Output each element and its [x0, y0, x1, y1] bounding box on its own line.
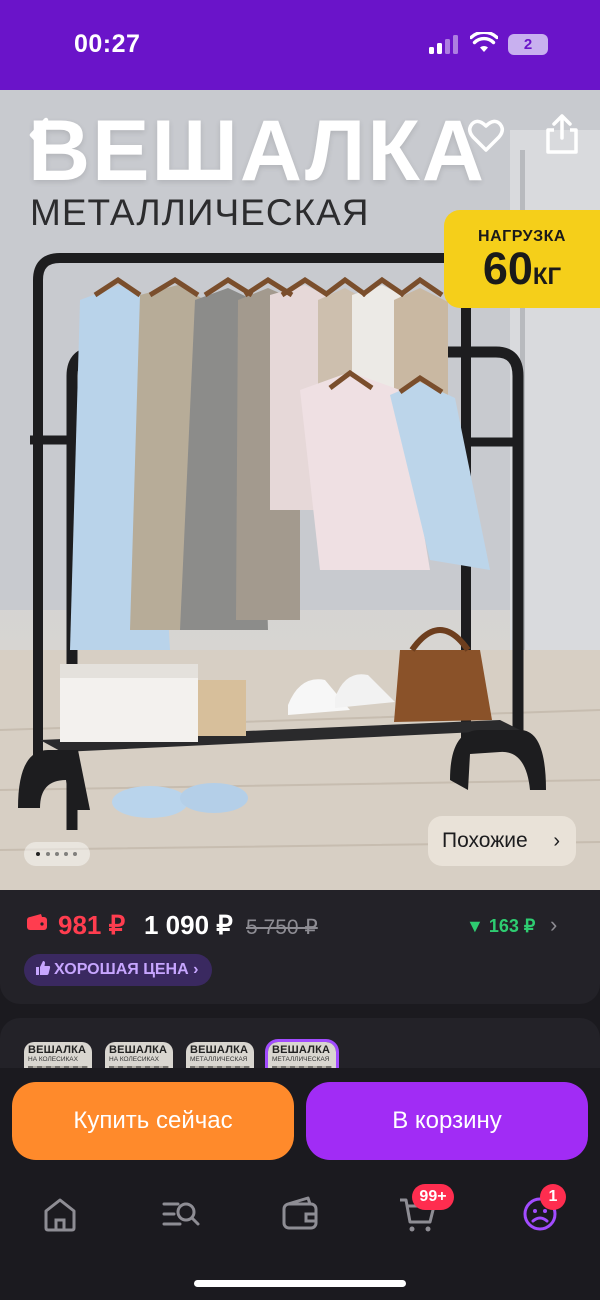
back-button[interactable] [20, 110, 60, 160]
favorite-button[interactable] [464, 114, 508, 158]
regular-price: 1 090 ₽ [144, 910, 233, 940]
price-drop[interactable]: ▼ 163 ₽ [466, 916, 535, 937]
chevron-right-icon: › [553, 830, 560, 852]
bottom-navigation: 99+ 1 [0, 1178, 600, 1300]
battery-indicator: 2 [508, 34, 548, 55]
action-bar: Купить сейчас В корзину [0, 1068, 600, 1178]
home-indicator [194, 1280, 406, 1287]
profile-nav-item[interactable]: 1 [518, 1184, 566, 1236]
wallet-price: 981 ₽ [58, 910, 126, 940]
add-to-cart-button[interactable]: В корзину [306, 1082, 588, 1160]
cart-nav-item[interactable]: 99+ [396, 1184, 454, 1236]
wifi-icon [470, 32, 498, 52]
wallet-icon[interactable] [278, 1192, 322, 1236]
home-icon[interactable] [38, 1192, 82, 1236]
app-screen: 00:27 2 ВЕШАЛКА МЕТАЛЛИЧЕСКАЯ НАГРУЗКА 6… [0, 0, 600, 1300]
product-image-gallery[interactable]: ВЕШАЛКА МЕТАЛЛИЧЕСКАЯ НАГРУЗКА 60КГ Похо… [0, 90, 600, 890]
good-price-label: ХОРОШАЯ ЦЕНА [54, 961, 189, 978]
hero-subtitle: МЕТАЛЛИЧЕСКАЯ [30, 192, 370, 233]
chevron-right-icon[interactable]: › [550, 912, 557, 938]
thumbs-up-icon [36, 961, 51, 975]
wallet-icon [27, 914, 47, 930]
arrow-down-icon: ▼ [466, 916, 484, 936]
load-badge: НАГРУЗКА 60КГ [444, 210, 600, 308]
notification-badge: 1 [540, 1184, 566, 1210]
gallery-pagination [24, 842, 90, 866]
catalog-search-icon[interactable] [158, 1192, 202, 1236]
buy-now-button[interactable]: Купить сейчас [12, 1082, 294, 1160]
hero-title: ВЕШАЛКА [28, 103, 486, 199]
similar-products-button[interactable]: Похожие › [428, 816, 576, 866]
old-price: 5 750 ₽ [246, 916, 318, 939]
status-time: 00:27 [74, 30, 141, 58]
chevron-right-icon: › [193, 961, 199, 978]
similar-products-label: Похожие [442, 829, 528, 852]
price-section: 981 ₽ 1 090 ₽ 5 750 ₽ ▼ 163 ₽ › ХОРОШАЯ … [0, 890, 600, 1004]
signal-icon [429, 34, 461, 54]
share-button[interactable] [540, 110, 584, 158]
good-price-badge[interactable]: ХОРОШАЯ ЦЕНА › [24, 954, 213, 986]
load-badge-value: 60КГ [482, 243, 562, 294]
cart-count-badge: 99+ [412, 1184, 454, 1210]
status-bar: 00:27 2 [0, 0, 600, 90]
